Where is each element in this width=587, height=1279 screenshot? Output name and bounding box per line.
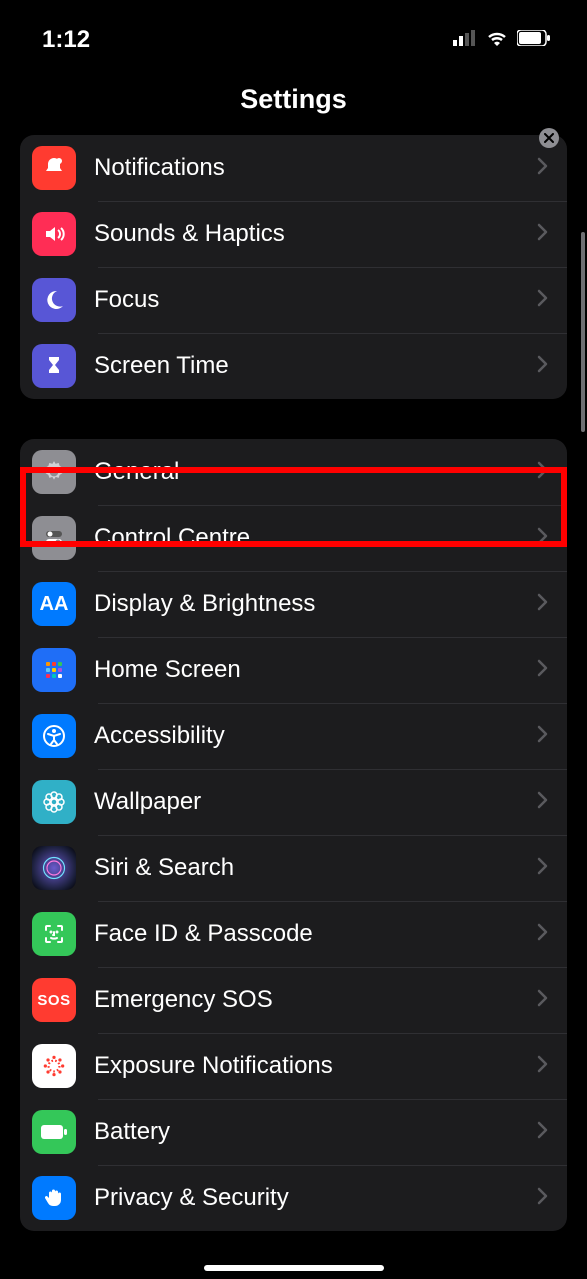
row-controlcentre[interactable]: Control Centre <box>20 505 567 571</box>
grid-icon <box>32 648 76 692</box>
header: Settings <box>0 60 587 135</box>
row-label: Home Screen <box>94 656 537 684</box>
wifi-icon <box>485 29 509 52</box>
home-indicator[interactable] <box>204 1265 384 1271</box>
row-wallpaper[interactable]: Wallpaper <box>20 769 567 835</box>
settings-group-2: General Control Centre AA Display & Brig… <box>20 439 567 1231</box>
status-time: 1:12 <box>42 26 90 54</box>
row-accessibility[interactable]: Accessibility <box>20 703 567 769</box>
bell-icon <box>32 146 76 190</box>
toggles-icon <box>32 516 76 560</box>
status-bar: 1:12 <box>0 0 587 60</box>
status-icons <box>453 29 551 52</box>
row-label: Siri & Search <box>94 854 537 882</box>
gear-icon <box>32 450 76 494</box>
row-label: Display & Brightness <box>94 590 537 618</box>
siri-icon <box>32 846 76 890</box>
aa-icon: AA <box>32 582 76 626</box>
row-display[interactable]: AA Display & Brightness <box>20 571 567 637</box>
row-homescreen[interactable]: Home Screen <box>20 637 567 703</box>
row-sos[interactable]: SOS Emergency SOS <box>20 967 567 1033</box>
scroll-indicator <box>581 232 585 432</box>
chevron-right-icon <box>537 355 549 378</box>
row-general[interactable]: General <box>20 439 567 505</box>
row-label: Face ID & Passcode <box>94 920 537 948</box>
chevron-right-icon <box>537 659 549 682</box>
chevron-right-icon <box>537 857 549 880</box>
hand-icon <box>32 1176 76 1220</box>
chevron-right-icon <box>537 1187 549 1210</box>
battery-icon <box>517 30 551 51</box>
row-label: Privacy & Security <box>94 1184 537 1212</box>
chevron-right-icon <box>537 1121 549 1144</box>
chevron-right-icon <box>537 593 549 616</box>
row-battery[interactable]: Battery <box>20 1099 567 1165</box>
row-faceid[interactable]: Face ID & Passcode <box>20 901 567 967</box>
hourglass-icon <box>32 344 76 388</box>
row-label: Focus <box>94 286 537 314</box>
settings-group-1: Notifications Sounds & Haptics Focus Scr… <box>20 135 567 399</box>
chevron-right-icon <box>537 289 549 312</box>
chevron-right-icon <box>537 527 549 550</box>
face-icon <box>32 912 76 956</box>
row-notifications[interactable]: Notifications <box>20 135 567 201</box>
row-siri[interactable]: Siri & Search <box>20 835 567 901</box>
battery-full-icon <box>32 1110 76 1154</box>
chevron-right-icon <box>537 157 549 180</box>
row-label: Control Centre <box>94 524 537 552</box>
row-label: Sounds & Haptics <box>94 220 537 248</box>
row-exposure[interactable]: Exposure Notifications <box>20 1033 567 1099</box>
cellular-icon <box>453 30 477 51</box>
row-screentime[interactable]: Screen Time <box>20 333 567 399</box>
row-privacy[interactable]: Privacy & Security <box>20 1165 567 1231</box>
row-focus[interactable]: Focus <box>20 267 567 333</box>
page-title: Settings <box>0 84 587 115</box>
row-sounds[interactable]: Sounds & Haptics <box>20 201 567 267</box>
row-label: Wallpaper <box>94 788 537 816</box>
chevron-right-icon <box>537 923 549 946</box>
person-circle-icon <box>32 714 76 758</box>
row-label: Emergency SOS <box>94 986 537 1014</box>
row-label: General <box>94 458 537 486</box>
chevron-right-icon <box>537 461 549 484</box>
row-label: Battery <box>94 1118 537 1146</box>
chevron-right-icon <box>537 1055 549 1078</box>
virus-icon <box>32 1044 76 1088</box>
chevron-right-icon <box>537 725 549 748</box>
row-label: Notifications <box>94 154 537 182</box>
row-label: Exposure Notifications <box>94 1052 537 1080</box>
moon-icon <box>32 278 76 322</box>
speaker-icon <box>32 212 76 256</box>
sos-icon: SOS <box>32 978 76 1022</box>
chevron-right-icon <box>537 989 549 1012</box>
row-label: Screen Time <box>94 352 537 380</box>
chevron-right-icon <box>537 223 549 246</box>
flower-icon <box>32 780 76 824</box>
chevron-right-icon <box>537 791 549 814</box>
row-label: Accessibility <box>94 722 537 750</box>
